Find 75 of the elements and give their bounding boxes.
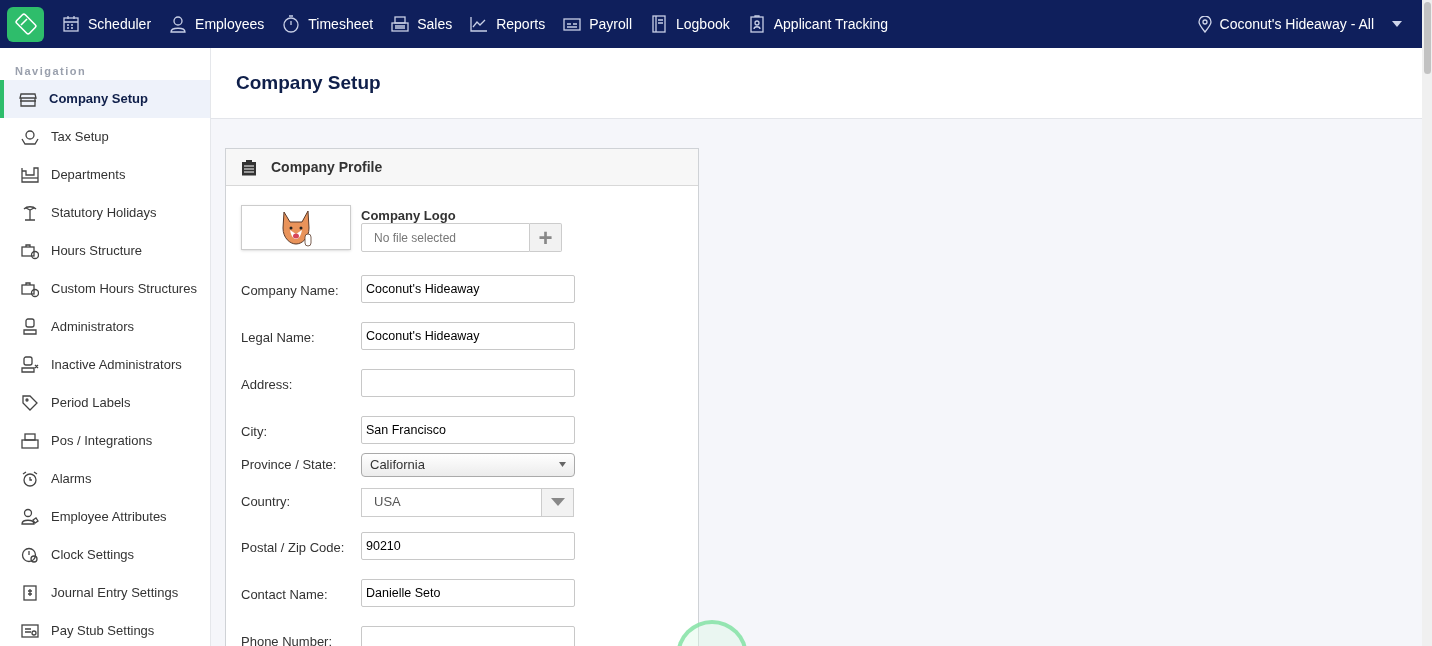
top-nav-item[interactable]: Payroll (563, 13, 632, 35)
person-remove-icon (21, 355, 39, 374)
id-badge-icon (747, 15, 766, 33)
banknote-icon (563, 15, 582, 33)
calendar-icon (62, 15, 80, 33)
sidebar-item[interactable]: Pos / Integrations (0, 421, 210, 460)
field-label: Contact Name: (241, 586, 329, 605)
country-dropdown[interactable]: USA (361, 487, 574, 517)
sidebar-item[interactable]: Tax Setup (0, 117, 210, 156)
sidebar-item[interactable]: Employee Attributes (0, 497, 210, 536)
sidebar-item[interactable]: Administrators (0, 307, 210, 346)
line-chart-icon (470, 15, 489, 33)
person-icon (169, 15, 188, 33)
sidebar-item[interactable]: Journal Entry Settings (0, 573, 210, 612)
buildings-icon (21, 165, 39, 184)
caret-icon (550, 498, 565, 506)
field-label: Company Name: (241, 282, 340, 301)
clipboard-icon (241, 158, 257, 176)
sidebar-heading: Navigation (14, 64, 88, 79)
field-label: Phone Number: (241, 633, 334, 646)
dollar-book-icon (21, 583, 39, 602)
top-nav-item[interactable]: Scheduler (62, 13, 152, 35)
field-label: City: (241, 423, 268, 442)
text-field[interactable]: 90210 (361, 531, 575, 560)
top-nav-item[interactable]: Sales (391, 13, 453, 35)
cash-register-icon (391, 15, 410, 33)
cash-register-icon (21, 431, 39, 450)
field-label: Postal / Zip Code: (241, 539, 346, 558)
app-logo-icon[interactable] (7, 6, 44, 42)
sidebar-item[interactable]: Departments (0, 155, 210, 194)
text-field[interactable]: San Francisco (361, 415, 575, 444)
top-nav-item[interactable]: Logbook (650, 13, 730, 35)
sidebar-item[interactable]: Company Setup (0, 79, 210, 118)
scrollbar[interactable] (1422, 0, 1432, 646)
text-field[interactable] (361, 625, 575, 646)
briefcase-clock-icon (21, 241, 39, 260)
top-nav-item[interactable]: Timesheet (282, 13, 374, 35)
logo-label: Company Logo (361, 207, 457, 223)
sidebar-item[interactable]: Period Labels (0, 383, 210, 422)
sidebar-item[interactable]: Hours Structure (0, 231, 210, 270)
sidebar-item[interactable]: Alarms (0, 459, 210, 498)
text-field[interactable]: Coconut's Hideaway (361, 321, 575, 350)
sidebar-item[interactable]: Pay Stub Settings (0, 611, 210, 646)
field-label: Country: (241, 493, 292, 512)
person-desk-icon (21, 317, 39, 336)
state-dropdown[interactable]: California (361, 452, 575, 477)
map-pin-icon (1197, 15, 1212, 33)
sidebar-item[interactable]: Inactive Administrators (0, 345, 210, 384)
field-label: Province / State: (241, 455, 338, 474)
briefcase-clock-icon (21, 279, 39, 298)
top-nav-item[interactable]: Employees (169, 13, 265, 35)
field-label: Legal Name: (241, 329, 316, 348)
sidebar-item[interactable]: Clock Settings (0, 535, 210, 574)
book-icon (650, 15, 668, 33)
field-label: Address: (241, 376, 294, 395)
person-tag-icon (21, 507, 39, 526)
text-field[interactable]: Danielle Seto (361, 578, 575, 607)
pay-stub-icon (21, 621, 39, 640)
sidebar-item[interactable]: Statutory Holidays (0, 193, 210, 232)
dropdown-toggle[interactable] (541, 488, 573, 516)
location-dropdown[interactable]: Coconut's Hideaway - All (1197, 13, 1402, 35)
card-title: Company Profile (271, 157, 383, 177)
top-nav-item[interactable]: Applicant Tracking (747, 13, 889, 35)
text-field[interactable]: Coconut's Hideaway (361, 274, 575, 303)
tag-icon (21, 393, 39, 412)
clock-gear-icon (21, 545, 39, 564)
caret-icon (1392, 21, 1402, 27)
scrollbar-thumb[interactable] (1423, 2, 1431, 74)
top-nav-item[interactable]: Reports (470, 13, 546, 35)
caret-icon (559, 462, 566, 467)
sidebar-item[interactable]: Custom Hours Structures (0, 269, 210, 308)
page-title: Company Setup (236, 70, 381, 95)
stopwatch-icon (282, 15, 301, 33)
text-field[interactable] (361, 368, 575, 397)
alarm-clock-icon (21, 469, 39, 488)
